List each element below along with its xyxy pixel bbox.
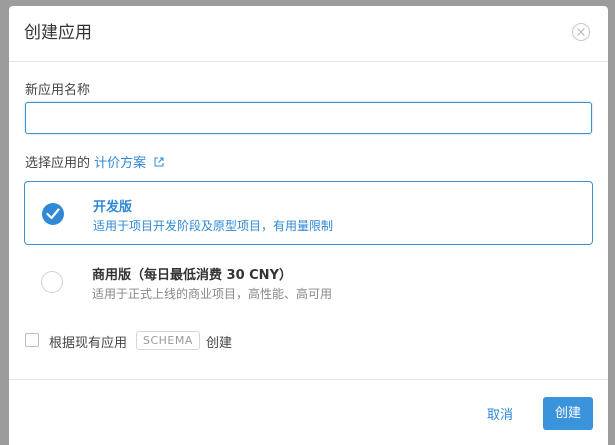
create-app-dialog: 创建应用 新应用名称 选择应用的 计价方案 开发版 适用于项目开发阶段及原型项目… — [9, 6, 608, 445]
cancel-button[interactable]: 取消 — [487, 404, 513, 423]
plan-description-development: 适用于项目开发阶段及原型项目，有用量限制 — [93, 219, 334, 233]
external-link-icon — [154, 157, 164, 167]
plan-description-commercial: 适用于正式上线的商业项目，高性能、高可用 — [92, 287, 333, 301]
plan-title-development: 开发版 — [93, 200, 133, 215]
schema-label-before: 根据现有应用 — [49, 336, 128, 351]
app-name-input[interactable] — [25, 102, 592, 134]
plan-option-commercial[interactable]: 商用版（每日最低消费 30 CNY） 适用于正式上线的商业项目，高性能、高可用 — [24, 250, 593, 314]
check-icon — [46, 208, 60, 220]
dialog-title: 创建应用 — [24, 23, 92, 43]
close-button[interactable] — [572, 23, 590, 41]
dialog-header: 创建应用 — [9, 6, 608, 62]
create-button[interactable]: 创建 — [543, 397, 593, 430]
dialog-footer: 取消 创建 — [9, 379, 608, 445]
close-icon — [577, 28, 585, 36]
schema-checkbox[interactable] — [25, 333, 39, 347]
plan-radio-development[interactable] — [42, 203, 64, 225]
plan-title-commercial: 商用版（每日最低消费 30 CNY） — [92, 268, 292, 283]
app-name-label: 新应用名称 — [25, 83, 91, 98]
pricing-plan-link[interactable]: 计价方案 — [94, 156, 164, 171]
schema-label-after: 创建 — [206, 336, 233, 351]
plan-radio-commercial[interactable] — [41, 271, 63, 293]
pricing-plan-prefix: 选择应用的 — [25, 156, 91, 171]
pricing-plan-line: 选择应用的 计价方案 — [25, 152, 164, 171]
pricing-plan-link-label: 计价方案 — [94, 156, 147, 171]
schema-tag: SCHEMA — [136, 331, 200, 350]
plan-option-development[interactable]: 开发版 适用于项目开发阶段及原型项目，有用量限制 — [24, 181, 593, 245]
